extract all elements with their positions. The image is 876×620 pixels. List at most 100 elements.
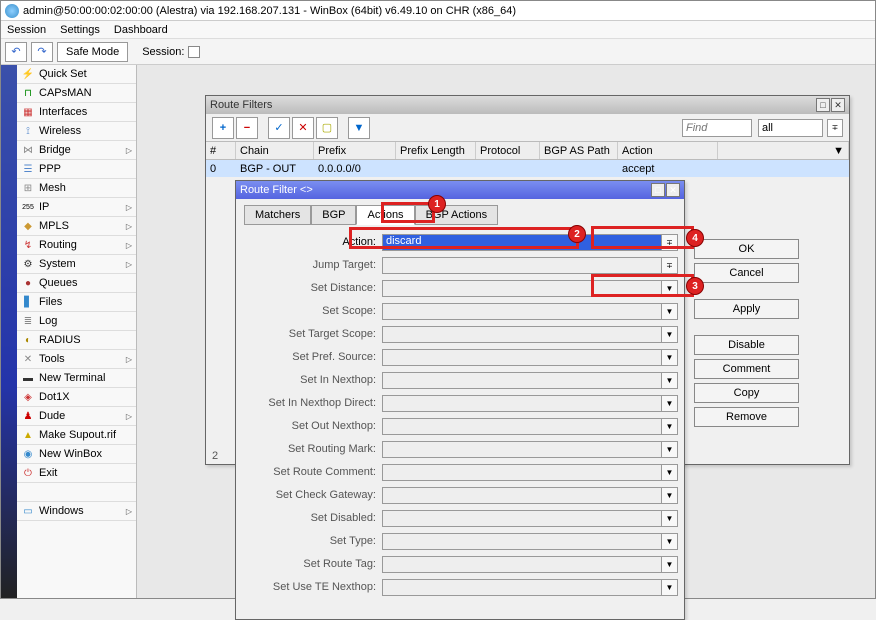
- cancel-button[interactable]: Cancel: [694, 263, 799, 283]
- column-header[interactable]: Prefix Length: [396, 142, 476, 159]
- sidebar-item-new-terminal[interactable]: ▬New Terminal: [17, 369, 136, 388]
- field-input[interactable]: [382, 418, 662, 435]
- sidebar-item-dot1x[interactable]: ◈Dot1X: [17, 388, 136, 407]
- ok-button[interactable]: OK: [694, 239, 799, 259]
- filter-dropdown-icon[interactable]: ∓: [827, 119, 843, 137]
- field-input[interactable]: [382, 556, 662, 573]
- tab-matchers[interactable]: Matchers: [244, 205, 311, 225]
- sidebar-item-exit[interactable]: ⏻Exit: [17, 464, 136, 483]
- dropdown-icon[interactable]: ▼: [662, 510, 678, 527]
- disable-button[interactable]: Disable: [694, 335, 799, 355]
- comment-button[interactable]: Comment: [694, 359, 799, 379]
- sidebar-item-tools[interactable]: ✕Tools▷: [17, 350, 136, 369]
- tab-bgp[interactable]: BGP: [311, 205, 356, 225]
- field-input[interactable]: [382, 441, 662, 458]
- dropdown-icon[interactable]: ▼: [662, 418, 678, 435]
- field-input[interactable]: [382, 533, 662, 550]
- sidebar-item-system[interactable]: ⚙System▷: [17, 255, 136, 274]
- route-filters-titlebar[interactable]: Route Filters □ ✕: [206, 96, 849, 114]
- sidebar-item-log[interactable]: ≣Log: [17, 312, 136, 331]
- menu-settings[interactable]: Settings: [60, 24, 100, 36]
- field-input[interactable]: [382, 257, 662, 274]
- sidebar-item-queues[interactable]: ●Queues: [17, 274, 136, 293]
- menu-session[interactable]: Session: [7, 24, 46, 36]
- sidebar-item-bridge[interactable]: ⋈Bridge▷: [17, 141, 136, 160]
- dropdown-icon[interactable]: ▼: [662, 349, 678, 366]
- apply-button[interactable]: Apply: [694, 299, 799, 319]
- column-header[interactable]: #: [206, 142, 236, 159]
- sidebar-item-ppp[interactable]: ☰PPP: [17, 160, 136, 179]
- action-dropdown-icon[interactable]: ∓: [662, 234, 678, 251]
- route-filter-titlebar[interactable]: Route Filter <> □ ✕: [236, 181, 684, 199]
- sidebar-item-files[interactable]: ▋Files: [17, 293, 136, 312]
- annotation-dot-2: 2: [568, 225, 586, 243]
- dropdown-icon[interactable]: ▼: [662, 280, 678, 297]
- sidebar-item-radius[interactable]: ◐RADIUS: [17, 331, 136, 350]
- sidebar-item-mesh[interactable]: ⊞Mesh: [17, 179, 136, 198]
- dropdown-icon[interactable]: ▼: [662, 372, 678, 389]
- tab-bgp-actions[interactable]: BGP Actions: [415, 205, 499, 225]
- sidebar-item-make-supout-rif[interactable]: ▲Make Supout.rif: [17, 426, 136, 445]
- sidebar-item-dude[interactable]: ♟Dude▷: [17, 407, 136, 426]
- sidebar-item-quick-set[interactable]: ⚡Quick Set: [17, 65, 136, 84]
- sidebar-item-label: Files: [39, 296, 62, 308]
- field-input[interactable]: [382, 326, 662, 343]
- find-input[interactable]: [682, 119, 752, 137]
- sidebar-item-routing[interactable]: ↯Routing▷: [17, 236, 136, 255]
- column-menu-icon[interactable]: ▼: [718, 142, 849, 159]
- filter-all-select[interactable]: all: [758, 119, 823, 137]
- restore-icon[interactable]: □: [816, 98, 830, 112]
- dropdown-icon[interactable]: ▼: [662, 487, 678, 504]
- field-input[interactable]: [382, 303, 662, 320]
- field-input[interactable]: [382, 579, 662, 596]
- menu-dashboard[interactable]: Dashboard: [114, 24, 168, 36]
- safe-mode-button[interactable]: Safe Mode: [57, 42, 128, 62]
- sidebar-item-interfaces[interactable]: ▦Interfaces: [17, 103, 136, 122]
- comment-button[interactable]: ▢: [316, 117, 338, 139]
- tab-actions[interactable]: Actions: [356, 205, 414, 225]
- field-input[interactable]: [382, 510, 662, 527]
- column-header[interactable]: BGP AS Path: [540, 142, 618, 159]
- sidebar-item-mpls[interactable]: ◆MPLS▷: [17, 217, 136, 236]
- field-input[interactable]: [382, 395, 662, 412]
- dropdown-icon[interactable]: ▼: [662, 533, 678, 550]
- sidebar-item-new-winbox[interactable]: ◉New WinBox: [17, 445, 136, 464]
- column-header[interactable]: Prefix: [314, 142, 396, 159]
- copy-button[interactable]: Copy: [694, 383, 799, 403]
- disable-button[interactable]: ✕: [292, 117, 314, 139]
- close-icon[interactable]: ✕: [666, 183, 680, 197]
- field-input[interactable]: [382, 349, 662, 366]
- column-header[interactable]: Chain: [236, 142, 314, 159]
- dropdown-icon[interactable]: ▼: [662, 556, 678, 573]
- field-label: Jump Target:: [242, 259, 382, 271]
- table-row[interactable]: 0BGP - OUT0.0.0.0/0accept: [206, 160, 849, 177]
- column-header[interactable]: Action: [618, 142, 718, 159]
- filter-button[interactable]: ▼: [348, 117, 370, 139]
- field-input[interactable]: [382, 372, 662, 389]
- add-button[interactable]: +: [212, 117, 234, 139]
- cell: accept: [618, 160, 718, 177]
- dropdown-icon[interactable]: ∓: [662, 257, 678, 274]
- field-input[interactable]: [382, 464, 662, 481]
- sidebar-item-capsman[interactable]: ⊓CAPsMAN: [17, 84, 136, 103]
- dropdown-icon[interactable]: ▼: [662, 395, 678, 412]
- dropdown-icon[interactable]: ▼: [662, 326, 678, 343]
- dropdown-icon[interactable]: ▼: [662, 464, 678, 481]
- enable-button[interactable]: ✓: [268, 117, 290, 139]
- dropdown-icon[interactable]: ▼: [662, 303, 678, 320]
- column-header[interactable]: Protocol: [476, 142, 540, 159]
- undo-button[interactable]: ↶: [5, 42, 27, 62]
- sidebar-item-wireless[interactable]: ⟟Wireless: [17, 122, 136, 141]
- remove-button[interactable]: Remove: [694, 407, 799, 427]
- restore-icon[interactable]: □: [651, 183, 665, 197]
- sidebar-item-ip[interactable]: 255IP▷: [17, 198, 136, 217]
- dropdown-icon[interactable]: ▼: [662, 579, 678, 596]
- redo-button[interactable]: ↷: [31, 42, 53, 62]
- field-input[interactable]: [382, 280, 662, 297]
- remove-button[interactable]: −: [236, 117, 258, 139]
- sidebar-item-windows[interactable]: ▭Windows▷: [17, 502, 136, 521]
- dropdown-icon[interactable]: ▼: [662, 441, 678, 458]
- close-icon[interactable]: ✕: [831, 98, 845, 112]
- field-input[interactable]: [382, 487, 662, 504]
- action-input[interactable]: discard: [382, 234, 662, 251]
